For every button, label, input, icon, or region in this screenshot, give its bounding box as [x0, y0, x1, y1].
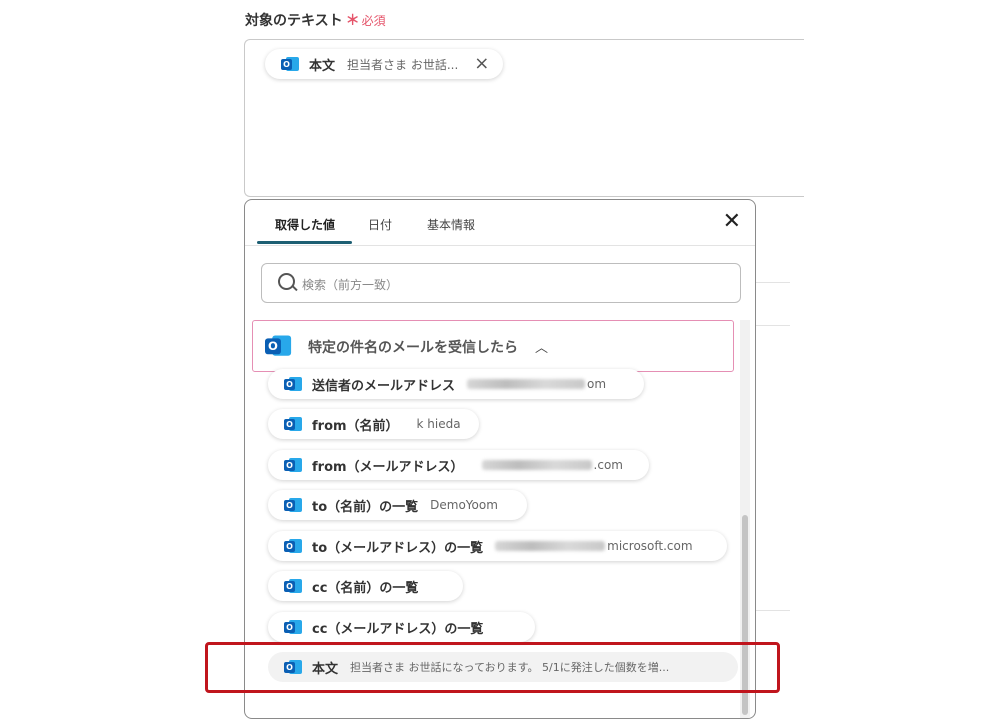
- outlook-icon: O: [284, 457, 302, 473]
- required-asterisk: ＊: [345, 13, 360, 29]
- close-icon[interactable]: ✕: [723, 211, 741, 233]
- item-label: to（メールアドレス）の一覧: [312, 540, 484, 556]
- field-label-text: 対象のテキスト: [245, 13, 343, 29]
- item-label: cc（メールアドレス）の一覧: [312, 621, 484, 637]
- chip-label: 本文: [309, 58, 336, 74]
- item-value-suffix: .com: [593, 458, 623, 472]
- chip-value: 担当者さま お世話...: [347, 57, 459, 72]
- outlook-icon: O: [284, 578, 302, 594]
- item-value-suffix: om: [587, 377, 607, 391]
- tab-basic-info[interactable]: 基本情報: [427, 216, 475, 233]
- list-item[interactable]: O to（名前）の一覧 DemoYoom: [268, 490, 527, 520]
- tab-acquired-values[interactable]: 取得した値: [275, 216, 335, 233]
- divider: [756, 282, 790, 283]
- redacted-value: [467, 379, 586, 389]
- outlook-icon: O: [281, 56, 299, 72]
- list-item[interactable]: O to（メールアドレス）の一覧 microsoft.com: [268, 531, 727, 561]
- item-label: 送信者のメールアドレス: [312, 378, 456, 394]
- item-label: from（メールアドレス）: [312, 459, 464, 475]
- item-label: to（名前）の一覧: [312, 499, 419, 515]
- list-item[interactable]: O from（メールアドレス） .com: [268, 450, 649, 480]
- search-placeholder: 検索（前方一致）: [302, 278, 399, 292]
- item-label: cc（名前）の一覧: [312, 580, 419, 596]
- chevron-up-icon[interactable]: ︿: [535, 337, 548, 356]
- search-input[interactable]: 検索（前方一致）: [261, 263, 741, 303]
- outlook-icon: O: [284, 619, 302, 635]
- divider: [756, 325, 790, 326]
- outlook-icon: O: [284, 497, 302, 513]
- item-value: DemoYoom: [430, 498, 498, 512]
- item-value: k hieda: [416, 417, 461, 431]
- selected-value-chip[interactable]: O 本文 担当者さま お世話... ×: [265, 49, 503, 79]
- trigger-group-header[interactable]: O 特定の件名のメールを受信したら ︿: [252, 320, 734, 372]
- outlook-icon: O: [284, 538, 302, 554]
- highlight-annotation: [205, 642, 780, 693]
- field-label: 対象のテキスト＊必須: [245, 10, 386, 30]
- outlook-icon: O: [284, 376, 302, 392]
- tab-date[interactable]: 日付: [368, 216, 392, 233]
- outlook-icon: O: [284, 416, 302, 432]
- tab-bar: 取得した値 日付 基本情報 ✕: [245, 200, 755, 246]
- active-tab-indicator: [257, 241, 352, 244]
- list-item[interactable]: O cc（名前）の一覧: [268, 571, 463, 601]
- value-picker-panel: 取得した値 日付 基本情報 ✕ 検索（前方一致） O 特定の件名のメールを受信し…: [244, 199, 756, 719]
- remove-chip-icon[interactable]: ×: [474, 55, 489, 73]
- required-badge: 必須: [361, 14, 386, 28]
- redacted-value: [495, 541, 606, 551]
- list-item[interactable]: O cc（メールアドレス）の一覧: [268, 612, 535, 642]
- item-value-suffix: microsoft.com: [607, 539, 693, 553]
- group-title: 特定の件名のメールを受信したら: [308, 340, 518, 356]
- divider: [756, 610, 790, 611]
- outlook-icon: O: [265, 334, 292, 357]
- item-label: from（名前）: [312, 418, 399, 434]
- search-icon: [278, 273, 295, 290]
- list-item[interactable]: O from（名前） k hieda: [268, 409, 479, 439]
- list-item[interactable]: O 送信者のメールアドレス om: [268, 369, 644, 399]
- redacted-value: [481, 460, 592, 470]
